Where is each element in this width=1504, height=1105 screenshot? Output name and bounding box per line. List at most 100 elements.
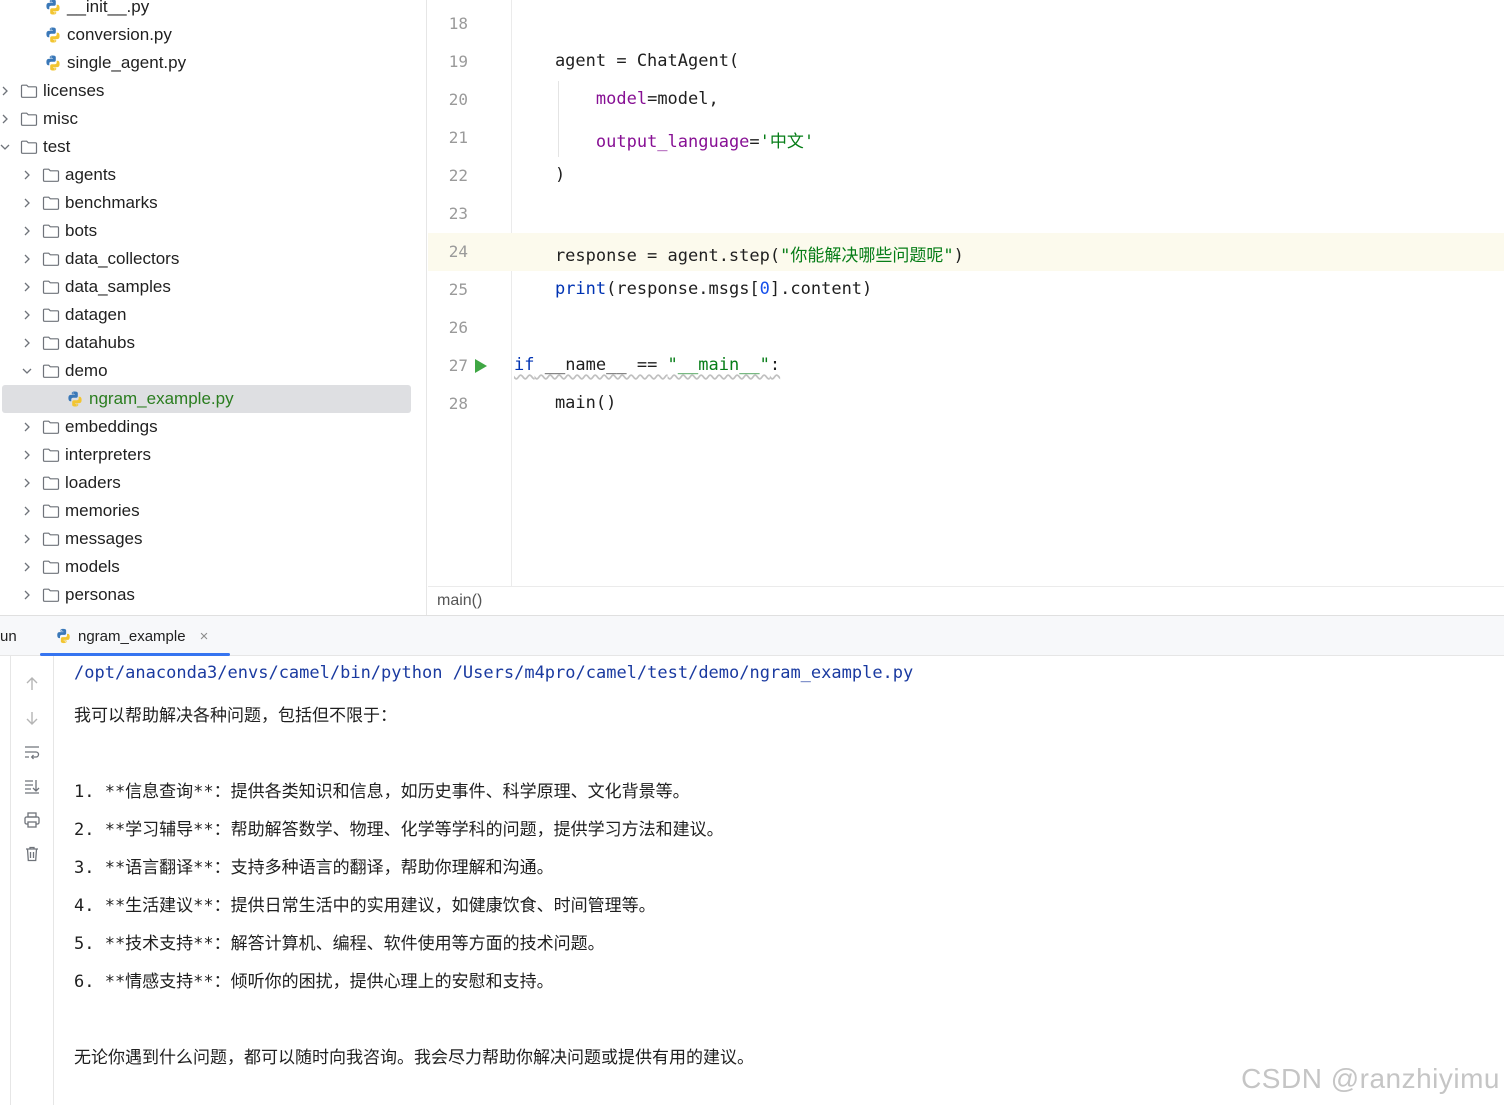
chevron-right-icon[interactable]	[20, 168, 34, 182]
chevron-right-icon[interactable]	[0, 84, 12, 98]
chevron-right-icon[interactable]	[20, 252, 34, 266]
scroll-to-end-icon[interactable]	[22, 776, 42, 796]
console-output-line: 1. **信息查询**：提供各类知识和信息，如历史事件、科学原理、文化背景等。	[74, 782, 690, 802]
folder-icon	[42, 558, 60, 576]
code-line[interactable]: 18	[428, 5, 1504, 43]
code-token: main()	[514, 393, 617, 413]
code-line[interactable]: 25 print(response.msgs[0].content)	[428, 271, 1504, 309]
tree-item-memories[interactable]: memories	[0, 497, 411, 525]
tree-item-demo[interactable]: demo	[0, 357, 411, 385]
tree-item-ngram-example-py[interactable]: ngram_example.py	[2, 385, 411, 413]
console-output-line: 2. **学习辅导**：帮助解答数学、物理、化学等学科的问题，提供学习方法和建议…	[74, 820, 724, 840]
chevron-right-icon[interactable]	[0, 112, 12, 126]
tree-item-single-agent-py[interactable]: single_agent.py	[0, 49, 411, 77]
watermark: CSDN @ranzhiyimu	[1241, 1063, 1500, 1094]
tree-item-label: datagen	[65, 305, 127, 324]
arrow-down-icon[interactable]	[22, 708, 42, 728]
chevron-right-icon[interactable]	[20, 420, 34, 434]
soft-wrap-icon[interactable]	[22, 742, 42, 762]
breadcrumb[interactable]: main()	[437, 592, 482, 610]
code-token: )	[514, 165, 566, 185]
tree-item-label: data_collectors	[65, 249, 180, 268]
code-token: )	[953, 246, 964, 266]
tree-item-datahubs[interactable]: datahubs	[0, 329, 411, 357]
code-line[interactable]: 22 )	[428, 157, 1504, 195]
folder-icon	[42, 278, 60, 296]
tree-item-loaders[interactable]: loaders	[0, 469, 411, 497]
tree-item-label: data_samples	[65, 277, 171, 296]
code-token: "你能解决哪些问题呢"	[780, 246, 954, 266]
tree-item-init-py[interactable]: __init__.py	[0, 0, 411, 21]
run-console-output[interactable]: /opt/anaconda3/envs/camel/bin/python /Us…	[55, 656, 1504, 1105]
tree-item-label: benchmarks	[65, 193, 158, 212]
code-token: output_language	[595, 132, 750, 152]
tree-item-conversion-py[interactable]: conversion.py	[0, 21, 411, 49]
chevron-right-icon[interactable]	[20, 504, 34, 518]
chevron-right-icon[interactable]	[20, 224, 34, 238]
python-file-icon	[44, 26, 62, 44]
code-token: '中文'	[759, 132, 815, 152]
tree-item-data-samples[interactable]: data_samples	[0, 273, 411, 301]
code-editor[interactable]: 18 19 agent = ChatAgent(20 model=model, 21…	[428, 0, 1504, 586]
code-line[interactable]: 21 output_language='中文'	[428, 119, 1504, 157]
line-number: 26	[448, 318, 468, 337]
code-line[interactable]: 28 main()	[428, 385, 1504, 423]
chevron-right-icon[interactable]	[20, 308, 34, 322]
code-line[interactable]: 24 response = agent.step("你能解决哪些问题呢")	[428, 233, 1504, 271]
chevron-right-icon[interactable]	[20, 588, 34, 602]
tree-item-models[interactable]: models	[0, 553, 411, 581]
tree-item-messages[interactable]: messages	[0, 525, 411, 553]
arrow-up-icon[interactable]	[22, 674, 42, 694]
python-file-icon	[44, 54, 62, 72]
tree-item-label: datahubs	[65, 333, 135, 352]
run-gutter-icon[interactable]	[474, 358, 488, 374]
folder-icon	[42, 446, 60, 464]
code-line[interactable]: 20 model=model,	[428, 81, 1504, 119]
chevron-right-icon[interactable]	[20, 560, 34, 574]
tree-item-bots[interactable]: bots	[0, 217, 411, 245]
trash-icon[interactable]	[22, 844, 42, 864]
code-line[interactable]: 19 agent = ChatAgent(	[428, 43, 1504, 81]
line-number: 22	[448, 166, 468, 185]
line-number: 19	[448, 52, 468, 71]
code-token: model	[595, 89, 648, 109]
code-text: agent = ChatAgent(	[514, 51, 739, 71]
tree-item-benchmarks[interactable]: benchmarks	[0, 189, 411, 217]
tree-item-licenses[interactable]: licenses	[0, 77, 411, 105]
chevron-right-icon[interactable]	[20, 476, 34, 490]
chevron-down-icon[interactable]	[20, 364, 34, 378]
console-output-line: 4. **生活建议**：提供日常生活中的实用建议，如健康饮食、时间管理等。	[74, 896, 656, 916]
tree-item-datagen[interactable]: datagen	[0, 301, 411, 329]
code-line[interactable]: 23	[428, 195, 1504, 233]
breadcrumb-bar: main()	[428, 586, 1504, 615]
code-line[interactable]: 27 if __name__ == "__main__":	[428, 347, 1504, 385]
chevron-right-icon[interactable]	[20, 448, 34, 462]
chevron-right-icon[interactable]	[20, 196, 34, 210]
chevron-right-icon[interactable]	[20, 532, 34, 546]
tree-item-agents[interactable]: agents	[0, 161, 411, 189]
tree-item-interpreters[interactable]: interpreters	[0, 441, 411, 469]
console-output-line: 3. **语言翻译**：支持多种语言的翻译，帮助你理解和沟通。	[74, 858, 554, 878]
console-output-line: 5. **技术支持**：解答计算机、编程、软件使用等方面的技术问题。	[74, 934, 605, 954]
run-tab-ngram-example[interactable]: ngram_example ×	[40, 616, 230, 656]
chevron-right-icon[interactable]	[20, 280, 34, 294]
folder-icon	[42, 418, 60, 436]
chevron-down-icon[interactable]	[0, 140, 12, 154]
print-icon[interactable]	[22, 810, 42, 830]
tree-item-embeddings[interactable]: embeddings	[0, 413, 411, 441]
tree-item-label: embeddings	[65, 417, 158, 436]
tree-item-label: models	[65, 557, 120, 576]
close-icon[interactable]: ×	[200, 628, 209, 645]
tree-item-personas[interactable]: personas	[0, 581, 411, 609]
line-number: 20	[448, 90, 468, 109]
toolbar-edge	[10, 656, 11, 1105]
code-line[interactable]: 26	[428, 309, 1504, 347]
tree-item-test[interactable]: test	[0, 133, 411, 161]
tree-item-misc[interactable]: misc	[0, 105, 411, 133]
tree-item-label: interpreters	[65, 445, 151, 464]
chevron-right-icon[interactable]	[20, 336, 34, 350]
line-number: 27	[448, 356, 468, 375]
tree-item-data-collectors[interactable]: data_collectors	[0, 245, 411, 273]
